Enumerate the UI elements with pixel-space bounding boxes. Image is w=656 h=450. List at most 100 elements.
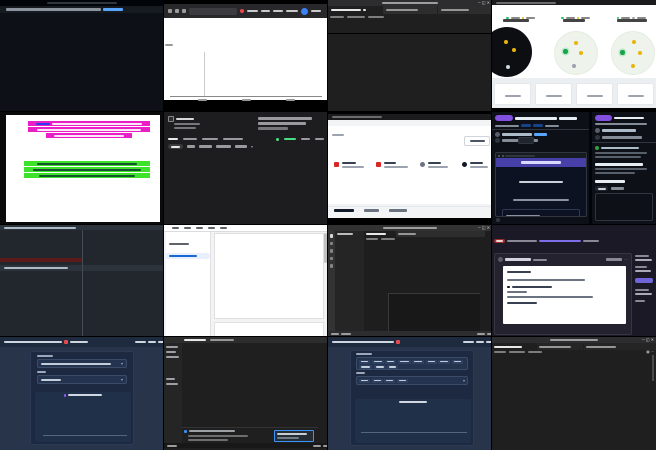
year-select[interactable]: ▾ [37, 375, 127, 384]
tree-item[interactable] [166, 383, 178, 385]
nav-link[interactable] [135, 341, 146, 344]
chart-type-select[interactable]: ▾ [37, 359, 127, 368]
nav-link[interactable] [286, 10, 298, 13]
embedded-screenshot[interactable] [495, 152, 587, 217]
json-dropdown[interactable] [235, 145, 247, 148]
kebab-menu-icon[interactable]: ⋯ [624, 257, 628, 262]
chip[interactable] [359, 365, 372, 369]
editor-tab[interactable] [437, 6, 492, 14]
tree-item[interactable] [166, 346, 178, 348]
chip[interactable] [426, 360, 437, 364]
year-multi-select[interactable]: ▾ [356, 376, 468, 385]
search-icon[interactable] [330, 242, 334, 246]
checkbox-icon[interactable] [168, 116, 174, 122]
tree-item[interactable] [166, 351, 176, 353]
minimap[interactable] [644, 355, 651, 449]
minimap[interactable] [485, 231, 490, 331]
nav-link[interactable] [273, 10, 283, 13]
editor-tab[interactable] [396, 231, 426, 237]
student-dot-selected[interactable] [563, 49, 568, 54]
scrollbar[interactable] [652, 355, 654, 381]
tab-body[interactable] [168, 138, 178, 141]
preview-toggle[interactable] [199, 145, 212, 148]
files-icon[interactable] [330, 234, 334, 238]
mini-button[interactable] [518, 137, 534, 144]
chip[interactable] [438, 360, 450, 364]
comment-box[interactable] [595, 193, 653, 221]
chip[interactable] [359, 360, 370, 364]
extensions-icon[interactable] [330, 264, 334, 268]
reaction-icon[interactable] [496, 218, 500, 222]
pretty-toggle[interactable] [168, 144, 183, 149]
chip[interactable] [359, 379, 370, 383]
status-item[interactable] [477, 333, 485, 335]
chip[interactable] [397, 379, 408, 383]
file-tree[interactable] [335, 238, 364, 330]
window-controls-icon[interactable]: ─ ◱ ✕ [478, 225, 490, 230]
tree-item[interactable] [166, 356, 179, 358]
student-dot[interactable] [631, 64, 635, 68]
nav-link[interactable] [261, 10, 270, 13]
chip[interactable] [385, 360, 396, 364]
multi-select[interactable] [356, 357, 468, 370]
tab-cookies[interactable] [183, 138, 197, 141]
visualize-toggle[interactable] [216, 145, 231, 148]
avatar[interactable] [301, 8, 308, 15]
branch-badge[interactable] [521, 124, 531, 127]
chip[interactable] [387, 365, 398, 369]
chip[interactable] [372, 379, 383, 383]
student-dot[interactable] [632, 40, 636, 44]
student-dot[interactable] [579, 51, 583, 55]
chip[interactable] [398, 360, 411, 364]
student-dot[interactable] [638, 51, 642, 55]
editor-tab[interactable] [536, 343, 583, 350]
avatar[interactable] [495, 138, 500, 143]
scrollbar[interactable] [324, 233, 327, 263]
student-dot[interactable] [574, 41, 578, 45]
editor-tab-active[interactable] [328, 6, 382, 14]
nav-link[interactable] [476, 341, 484, 344]
editor-tab[interactable] [583, 343, 630, 350]
branch-badge[interactable] [533, 124, 543, 127]
editor-tab-active[interactable] [492, 343, 536, 350]
status-item[interactable] [167, 445, 177, 447]
source-control-icon[interactable] [330, 249, 334, 253]
window-controls-icon[interactable]: ─ ◱ ✕ [478, 0, 490, 5]
timestamp-link[interactable] [534, 133, 547, 136]
tab-label[interactable] [210, 339, 234, 341]
avatar[interactable] [595, 135, 600, 140]
minimap[interactable] [318, 343, 324, 427]
nav-link[interactable] [463, 341, 474, 344]
status-item[interactable] [331, 333, 339, 335]
debug-icon[interactable] [330, 257, 334, 261]
profile-action-button[interactable] [464, 136, 490, 146]
preview-tab[interactable] [611, 187, 624, 190]
toolbar-icon[interactable] [208, 227, 215, 229]
chip[interactable] [412, 360, 424, 364]
toolbar-icon[interactable] [196, 227, 203, 229]
breadcrumb[interactable] [494, 350, 542, 354]
nav-link[interactable] [247, 10, 258, 13]
forward-icon[interactable] [175, 9, 179, 13]
tree-item[interactable] [166, 378, 175, 380]
breadcrumb[interactable] [332, 134, 344, 136]
write-tab[interactable] [595, 186, 608, 191]
chip[interactable] [372, 360, 384, 364]
issue-meta-link[interactable] [539, 240, 581, 242]
avatar[interactable] [495, 132, 500, 137]
window-controls-icon[interactable]: ─ ◱ ✕ [642, 337, 654, 342]
nav-link[interactable] [148, 341, 156, 344]
tab-headers[interactable] [202, 138, 218, 141]
editor-tab[interactable] [382, 6, 437, 14]
toolbar-icon[interactable] [184, 227, 191, 229]
student-dot[interactable] [506, 65, 510, 69]
tab-active[interactable] [334, 209, 354, 212]
student-dot[interactable] [572, 64, 576, 68]
test-checkbox-row[interactable] [168, 116, 194, 122]
chevron-down-icon[interactable]: ▾ [251, 144, 253, 149]
tab[interactable] [364, 209, 379, 212]
student-dot[interactable] [512, 48, 516, 52]
editor-tab-active[interactable] [364, 231, 396, 237]
chip[interactable] [452, 360, 463, 364]
back-icon[interactable] [168, 9, 172, 13]
